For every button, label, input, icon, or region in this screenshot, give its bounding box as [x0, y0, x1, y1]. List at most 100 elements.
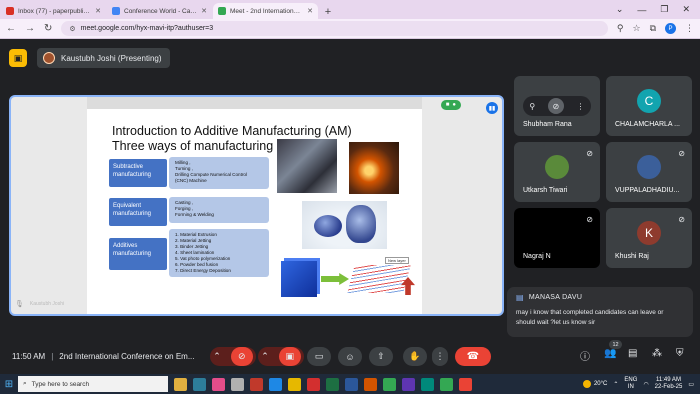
bookmark-star-icon[interactable]: ☆ — [632, 23, 640, 34]
participant-name: Shubham Rana — [523, 121, 572, 128]
chat-notification[interactable]: ▤ MANASA DAVU may i know that completed … — [507, 287, 693, 337]
close-window-icon[interactable]: ✕ — [682, 4, 690, 15]
meeting-details-icon[interactable]: ⓘ — [580, 348, 590, 363]
mic-control: ⌃ ⊘ — [210, 347, 256, 366]
presentation-stage[interactable]: Introduction to Additive Manufacturing (… — [9, 95, 504, 316]
meeting-time: 11:50 AM — [12, 351, 46, 361]
close-icon[interactable]: ✕ — [307, 7, 313, 15]
slide-subtitle: Three ways of manufacturing — [112, 139, 274, 153]
chat-message: may i know that completed candidates can… — [516, 309, 664, 326]
tray-chevron-icon[interactable]: ⌃ — [613, 381, 618, 388]
mic-options-chevron-icon[interactable]: ⌃ — [213, 351, 221, 362]
taskbar-clock[interactable]: 11:49 AM 22-Feb-25 — [655, 377, 683, 390]
new-tab-button[interactable]: + — [321, 5, 335, 19]
tab-calendar[interactable]: Conference World - Calendar ✕ — [107, 3, 212, 19]
raise-hand-button[interactable]: ✋ — [403, 347, 427, 366]
tab-search-icon[interactable]: ⌄ — [616, 4, 624, 15]
slide-footer-text: Kaustubh Joshi — [29, 301, 65, 307]
window-controls: ⌄ — ❐ ✕ — [616, 0, 700, 19]
reload-icon[interactable]: ↻ — [44, 23, 52, 34]
file-explorer-icon[interactable] — [288, 377, 301, 391]
temperature: 20°C — [593, 381, 608, 387]
presentation-icon[interactable]: ▣ — [9, 49, 27, 67]
restore-icon[interactable]: ❐ — [660, 4, 668, 15]
more-options-icon[interactable]: ⋮ — [577, 102, 585, 111]
camera-off-button[interactable]: ▣ — [278, 347, 301, 366]
chrome-icon[interactable] — [440, 377, 453, 391]
app-icon[interactable] — [402, 377, 415, 391]
glass-vase — [346, 205, 376, 243]
more-options-button[interactable]: ⋮ — [432, 347, 448, 366]
detail-item: 7. Direct Energy Deposition — [175, 267, 231, 273]
presenter-avatar — [43, 52, 55, 64]
participant-tile[interactable]: ⊘ Nagraj N — [514, 208, 600, 268]
chrome-icon[interactable] — [459, 377, 472, 391]
weather-widget[interactable]: 20°C — [582, 380, 608, 388]
tab-meet[interactable]: Meet - 2nd International Co ✕ — [213, 3, 318, 19]
close-icon[interactable]: ✕ — [201, 7, 207, 15]
site-info-icon[interactable]: ⚙ — [69, 25, 75, 33]
present-screen-button[interactable]: ⇧ — [369, 347, 393, 366]
extensions-icon[interactable]: ⧉ — [650, 23, 656, 34]
tab-label: Meet - 2nd International Co — [230, 7, 304, 15]
forward-icon[interactable]: → — [25, 23, 35, 34]
minimize-icon[interactable]: — — [637, 5, 646, 15]
taskbar-search[interactable]: ⌕ Type here to search — [18, 376, 168, 392]
tile-hover-controls: ⚲ ⊘ ⋮ — [523, 96, 591, 116]
app-icon[interactable] — [174, 377, 187, 391]
excel-icon[interactable] — [326, 377, 339, 391]
camera-options-chevron-icon[interactable]: ⌃ — [261, 351, 269, 362]
presenter-chip[interactable]: Kaustubh Joshi (Presenting) — [37, 48, 170, 68]
system-tray: 20°C ⌃ ENG IN ◠ 11:49 AM 22-Feb-25 ▭ — [582, 377, 700, 390]
participant-tile[interactable]: ⊘ Utkarsh Tiwari — [514, 142, 600, 202]
task-view-icon[interactable] — [193, 377, 206, 391]
app-icon[interactable] — [421, 377, 434, 391]
region: IN — [627, 384, 634, 390]
tab-gmail[interactable]: Inbox (77) - paperpublication20 ✕ — [1, 3, 106, 19]
mute-participant-icon[interactable]: ⊘ — [547, 98, 564, 114]
participant-avatar — [545, 155, 569, 179]
back-icon[interactable]: ← — [6, 23, 16, 34]
language-indicator[interactable]: ENG IN — [624, 377, 637, 390]
muted-mic-icon: ⊘ — [678, 215, 685, 224]
mic-off-button[interactable]: ⊘ — [230, 347, 253, 366]
close-icon[interactable]: ✕ — [95, 7, 101, 15]
captions-button[interactable]: ▭ — [307, 347, 331, 366]
participant-tile[interactable]: C CHALAMCHARLA ... — [606, 76, 692, 136]
windows-start-icon[interactable]: ⊞ — [0, 374, 18, 394]
emoji-reactions-button[interactable]: ☺ — [338, 347, 362, 366]
slide-footer-icons: 🎙 Kaustubh Joshi — [15, 300, 64, 308]
participant-tile[interactable]: ⊘ VUPPALADHADIU... — [606, 142, 692, 202]
leave-call-button[interactable]: ☎ — [455, 347, 491, 366]
subtractive-box: Subtractive manufacturing — [109, 159, 167, 187]
subtractive-details: Milling , Turning , Drilling Compute Num… — [169, 157, 269, 189]
browser-tab-strip: Inbox (77) - paperpublication20 ✕ Confer… — [0, 0, 700, 19]
word-icon[interactable] — [345, 377, 358, 391]
chrome-icon[interactable] — [383, 377, 396, 391]
edge-icon[interactable] — [269, 377, 282, 391]
app-icon[interactable] — [307, 377, 320, 391]
zoom-icon[interactable]: ⚲ — [617, 23, 624, 34]
activities-icon[interactable]: ⁂ — [652, 348, 662, 359]
app-icon[interactable] — [364, 377, 377, 391]
app-icon[interactable] — [231, 377, 244, 391]
tab-label: Inbox (77) - paperpublication20 — [18, 7, 92, 15]
profile-avatar[interactable]: P — [665, 23, 676, 34]
menu-kebab-icon[interactable]: ⋮ — [685, 23, 694, 34]
glass-bowl — [314, 215, 342, 237]
people-icon[interactable]: 👥 — [604, 348, 616, 359]
taskbar-apps — [174, 377, 472, 391]
notifications-icon[interactable]: ▭ — [688, 381, 694, 388]
url-field[interactable]: ⚙ meet.google.com/hyx-mavi-itp?authuser=… — [61, 21, 608, 36]
participant-avatar: K — [637, 221, 661, 245]
host-controls-icon[interactable]: ⛨ — [676, 348, 684, 359]
chat-message-icon: ▤ — [516, 293, 524, 302]
chat-icon[interactable]: ▤ — [628, 348, 637, 359]
audio-level-icon: ▮▮ — [486, 102, 498, 114]
participant-tile[interactable]: ⊘ K Khushi Raj — [606, 208, 692, 268]
app-icon[interactable] — [250, 377, 263, 391]
tab-label: Conference World - Calendar — [124, 7, 197, 15]
pin-icon[interactable]: ⚲ — [529, 102, 535, 111]
app-icon[interactable] — [212, 377, 225, 391]
wifi-icon[interactable]: ◠ — [643, 381, 648, 388]
